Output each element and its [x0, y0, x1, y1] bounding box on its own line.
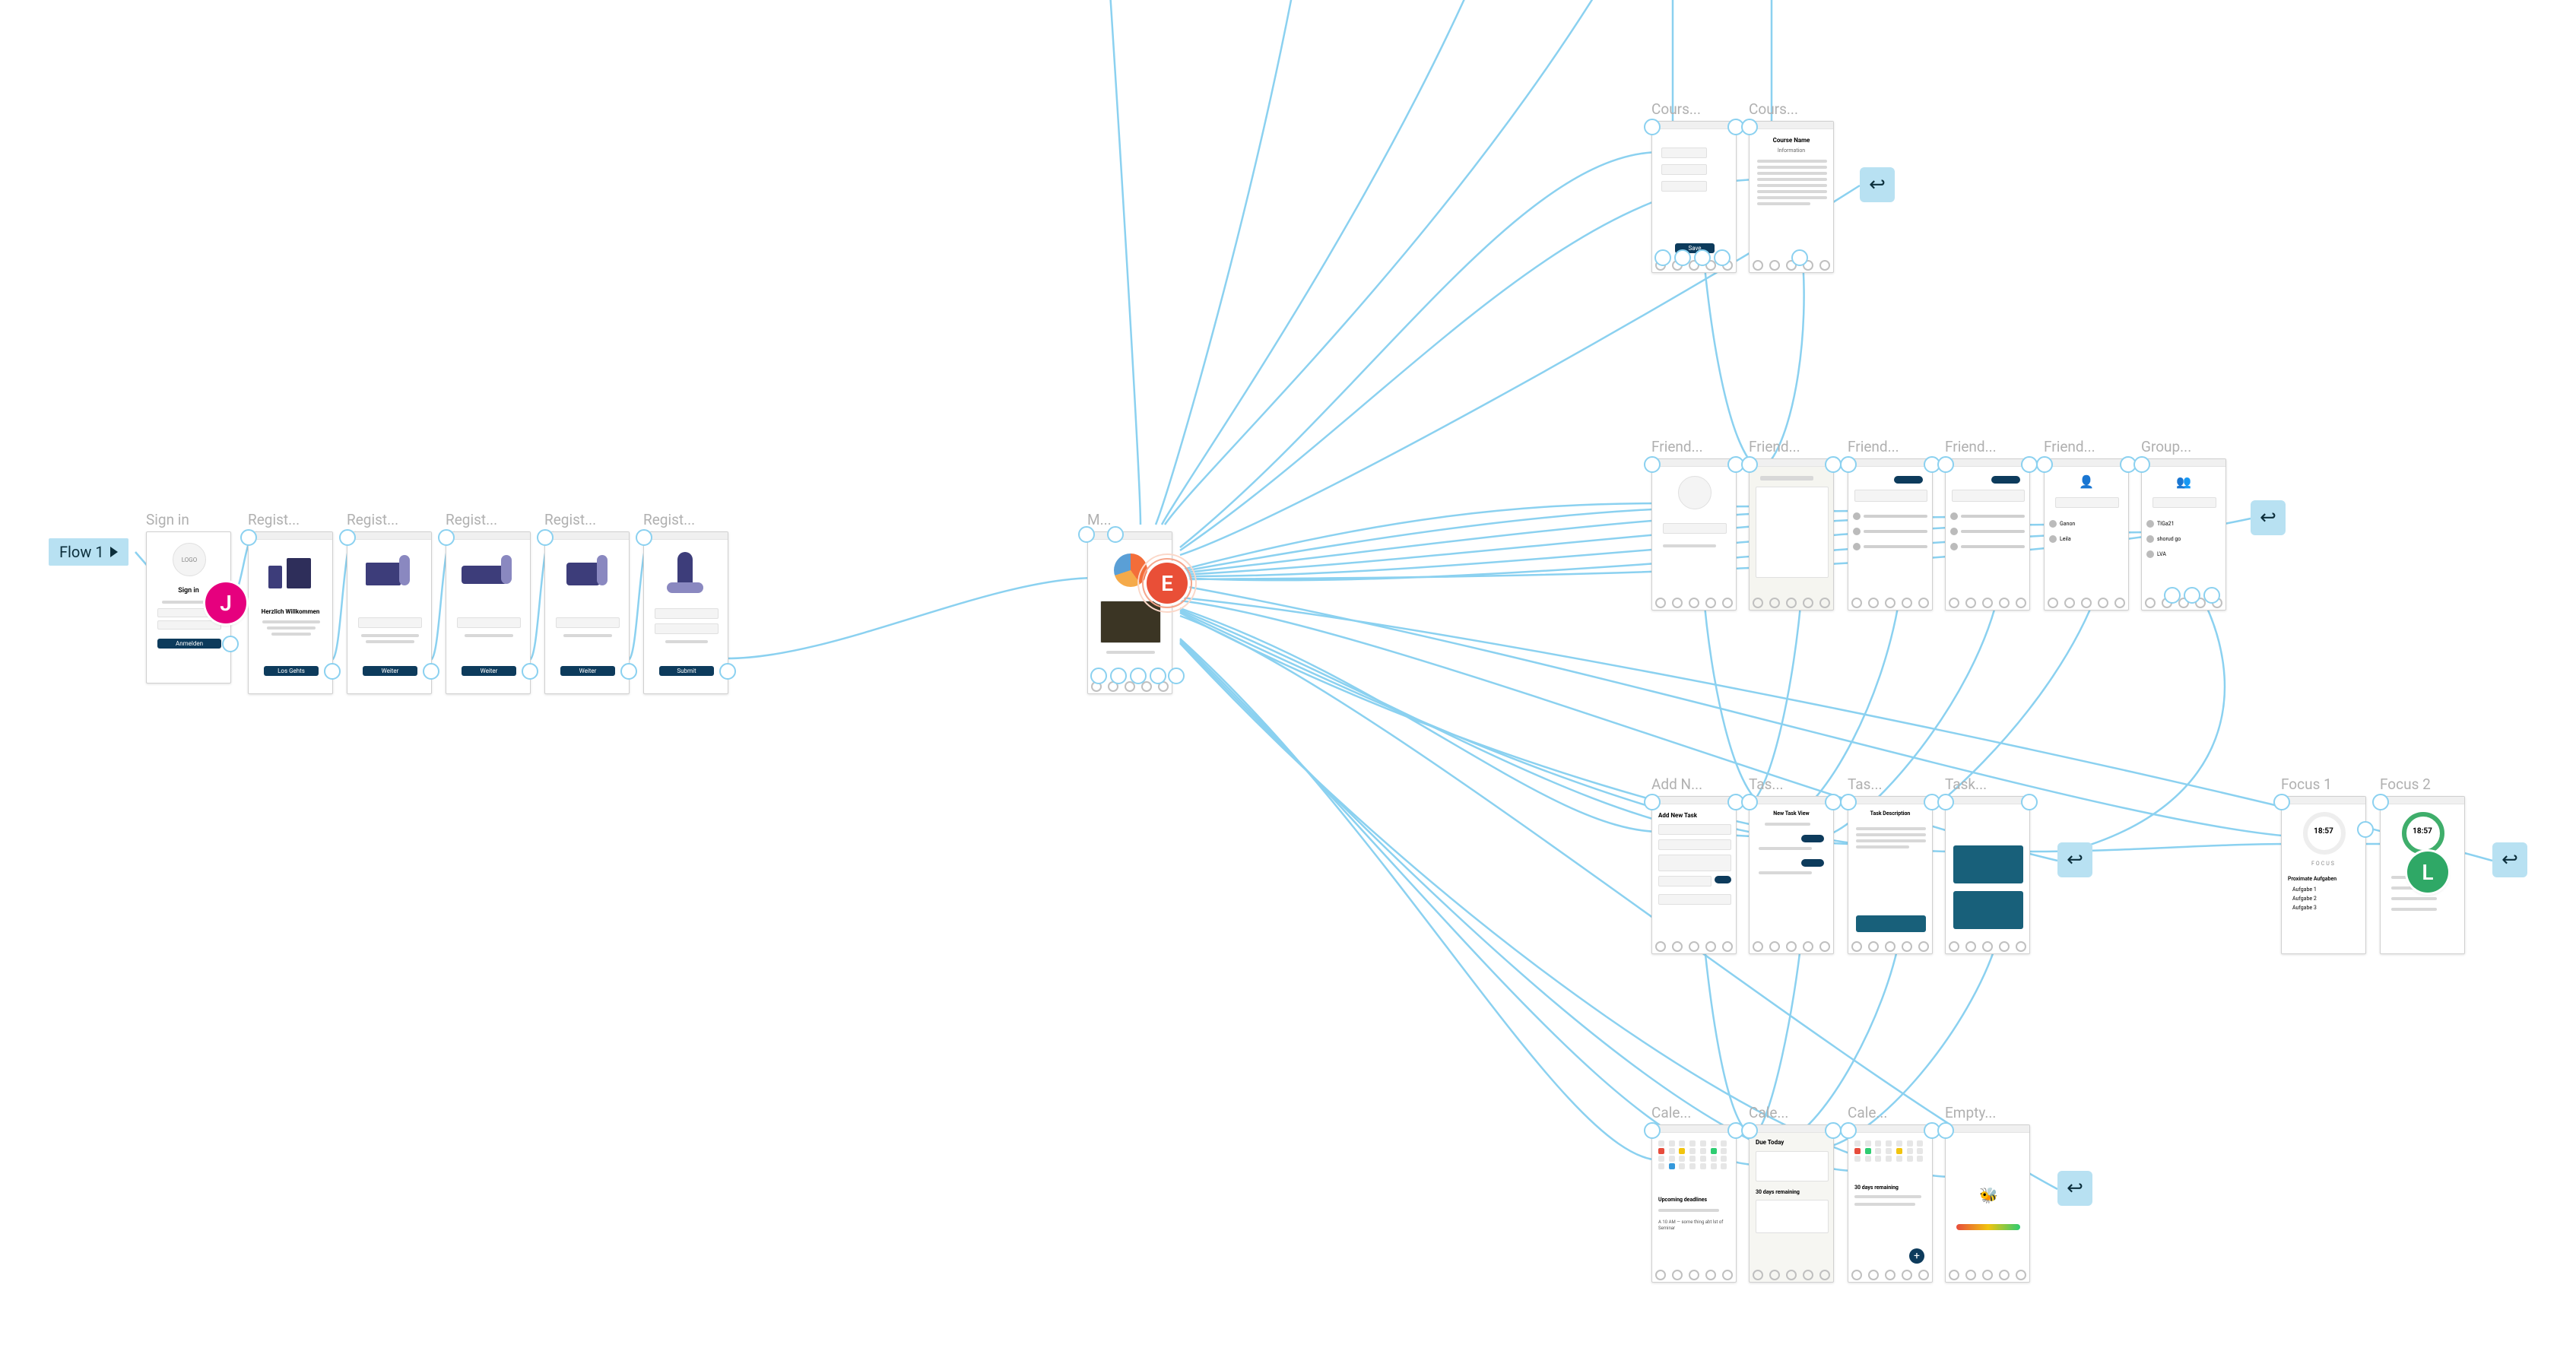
remaining-title: 30 days remaining: [1756, 1189, 1800, 1195]
due-today-title: Due Today: [1756, 1139, 1784, 1146]
frame-reg1[interactable]: Regist... Herzlich Willkommen Los Gehts: [248, 511, 333, 694]
course-name: Course Name: [1750, 137, 1833, 144]
frame-label: Empty...: [1945, 1104, 2029, 1121]
frame-task2[interactable]: Tas... Task Description: [1848, 775, 1933, 954]
search-input: [1663, 523, 1727, 534]
remaining-title: 30 days remaining: [1854, 1185, 1899, 1191]
list-item-label: TIGa21: [2157, 521, 2175, 527]
frame-label: Group...: [2141, 438, 2225, 455]
frame-label: Regist...: [347, 511, 430, 528]
signin-button: Anmelden: [157, 639, 221, 649]
frame-label: Friend...: [1848, 438, 1931, 455]
timer-value: 18:57: [2282, 827, 2365, 836]
frame-label: Cours...: [1749, 100, 1832, 118]
course-sub: Information: [1750, 147, 1833, 154]
back-button[interactable]: [2492, 842, 2527, 877]
frame-label: Cale...: [1651, 1104, 1735, 1121]
frame-task3[interactable]: Task...: [1945, 775, 2030, 954]
prototype-canvas[interactable]: Flow 1 Sign in LOGO Sign in Anmelden Reg…: [0, 0, 2576, 1367]
frame-label: Cale...: [1749, 1104, 1832, 1121]
frame-label: Friend...: [1945, 438, 2029, 455]
frame-label: Regist...: [446, 511, 529, 528]
frame-label: Friend...: [2044, 438, 2127, 455]
back-button[interactable]: [2057, 1171, 2092, 1206]
frame-label: Tas...: [1749, 775, 1832, 793]
next-button: Weiter: [363, 666, 417, 676]
submit-button: Submit: [659, 666, 714, 676]
user-cursor-j: J: [205, 582, 246, 623]
back-button[interactable]: [1860, 167, 1895, 202]
timer-value: 18:57: [2381, 827, 2464, 836]
flow-label: Flow 1: [59, 543, 104, 561]
frame-label: Regist...: [544, 511, 628, 528]
frame-label: Cale...: [1848, 1104, 1931, 1121]
frame-cal3[interactable]: Cale... 30 days remaining +: [1848, 1104, 1933, 1283]
addnew-title: Add New Task: [1658, 812, 1697, 819]
flow-start-tag[interactable]: Flow 1: [49, 538, 128, 566]
frame-label: Tas...: [1848, 775, 1931, 793]
cal-task-text: A 10 AM — some thing abt lst of Seminar: [1658, 1220, 1730, 1232]
frame-label: Focus 1: [2281, 775, 2365, 793]
task-desc-title: Task Description: [1848, 810, 1932, 817]
frame-cal1[interactable]: Cale... Upcoming deadlines A 10 AM — som…: [1651, 1104, 1737, 1283]
logo-placeholder: LOGO: [173, 543, 206, 576]
frame-label: Add N...: [1651, 775, 1735, 793]
frame-label: Friend...: [1651, 438, 1735, 455]
focus-item: Aufgabe 2: [2292, 896, 2317, 902]
frame-reg2[interactable]: Regist... Weiter: [347, 511, 432, 694]
frame-friend4[interactable]: Friend...: [1945, 438, 2030, 611]
frame-label: Task...: [1945, 775, 2029, 793]
frame-friend3[interactable]: Friend...: [1848, 438, 1933, 611]
frame-reg5[interactable]: Regist... Submit: [643, 511, 728, 694]
list-item-label: Ganon: [2060, 521, 2075, 527]
frame-cal2[interactable]: Cale... Due Today 30 days remaining: [1749, 1104, 1834, 1283]
list-item-label: Leila: [2060, 536, 2071, 542]
frame-empty[interactable]: Empty... 🐝: [1945, 1104, 2030, 1283]
people-icon: 👥: [2142, 474, 2225, 489]
frame-group[interactable]: Group... 👥 TIGa21 shorud go LVA: [2141, 438, 2226, 611]
next-button: Weiter: [462, 666, 516, 676]
task-header: New Task View: [1750, 810, 1833, 817]
frame-label: Regist...: [248, 511, 332, 528]
frame-label: Focus 2: [2380, 775, 2463, 793]
focus-sub: FOCUS: [2282, 861, 2365, 867]
back-button[interactable]: [2251, 500, 2286, 535]
focus-item: Aufgabe 1: [2292, 886, 2317, 893]
frame-focus1[interactable]: Focus 1 18:57 FOCUS Proximate Aufgaben A…: [2281, 775, 2366, 954]
frame-label: Friend...: [1749, 438, 1832, 455]
frame-friend1[interactable]: Friend...: [1651, 438, 1737, 611]
frame-label: Sign in: [146, 511, 230, 528]
frame-course1[interactable]: Cours... Save: [1651, 100, 1737, 273]
frame-friend5[interactable]: Friend... 👤 Ganon Leila: [2044, 438, 2129, 611]
start-button: Los Gehts: [264, 666, 319, 676]
frame-friend2[interactable]: Friend...: [1749, 438, 1834, 611]
bee-icon: 🐝: [1979, 1186, 1998, 1204]
progress-gradient: [1956, 1224, 2020, 1230]
upcoming-title: Upcoming deadlines: [1658, 1197, 1707, 1203]
frame-label: M...: [1087, 511, 1171, 528]
frame-label: Regist...: [643, 511, 727, 528]
list-item-label: shorud go: [2157, 536, 2181, 542]
frame-task1[interactable]: Tas... New Task View: [1749, 775, 1834, 954]
frame-label: Cours...: [1651, 100, 1735, 118]
add-fab-icon: +: [1909, 1248, 1924, 1264]
back-button[interactable]: [2057, 842, 2092, 877]
play-icon: [110, 547, 118, 557]
checklist-title: Proximate Aufgaben: [2288, 876, 2336, 882]
frame-addnew[interactable]: Add N... Add New Task: [1651, 775, 1737, 954]
list-item-label: LVA: [2157, 551, 2166, 557]
frame-course2[interactable]: Cours... Course Name Information: [1749, 100, 1834, 273]
frame-reg4[interactable]: Regist... Weiter: [544, 511, 630, 694]
welcome-text: Herzlich Willkommen: [249, 608, 332, 615]
focus-item: Aufgabe 3: [2292, 905, 2317, 911]
next-button: Weiter: [560, 666, 615, 676]
user-cursor-l: L: [2407, 852, 2448, 893]
person-icon: 👤: [2045, 474, 2128, 489]
frame-reg3[interactable]: Regist... Weiter: [446, 511, 531, 694]
user-cursor-e: E: [1147, 563, 1188, 604]
